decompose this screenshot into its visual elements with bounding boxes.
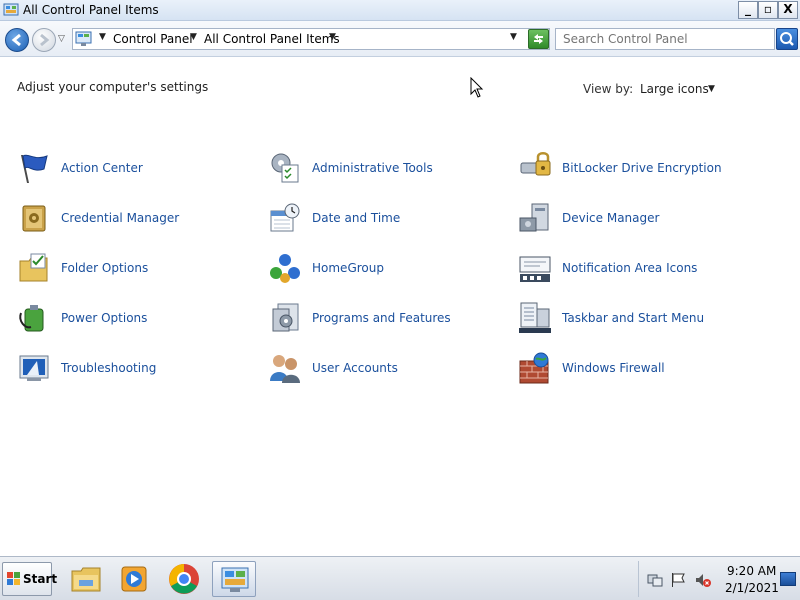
show-desktop-button[interactable] (780, 572, 796, 586)
breadcrumb-all-items[interactable]: All Control Panel Items (204, 32, 340, 46)
taskbar-chrome[interactable] (162, 561, 206, 597)
cp-item-label: Administrative Tools (312, 161, 433, 175)
cp-item-homegroup[interactable]: HomeGroup (268, 251, 508, 291)
volume-muted-icon[interactable] (695, 572, 711, 588)
cp-item-credential-manager[interactable]: Credential Manager (17, 201, 257, 241)
search-icon (780, 32, 794, 46)
file-explorer-icon (71, 567, 101, 592)
action-center-flag-icon[interactable] (670, 572, 686, 588)
taskbar: Start 9:20 AM 2/1/2021 (0, 556, 800, 600)
troubleshooting-icon (19, 355, 49, 381)
cp-item-label: Device Manager (562, 211, 660, 225)
credential-manager-icon (22, 205, 46, 232)
cp-item-power-options[interactable]: Power Options (17, 301, 257, 341)
cp-item-label: Windows Firewall (562, 361, 665, 375)
cp-item-administrative-tools[interactable]: Administrative Tools (268, 151, 508, 191)
cp-item-label: Notification Area Icons (562, 261, 698, 275)
taskbar-control-panel[interactable] (212, 561, 256, 597)
windows-logo-icon (7, 572, 20, 585)
notification-area-icon (519, 256, 551, 282)
cp-item-windows-firewall[interactable]: Windows Firewall (518, 351, 758, 391)
chevron-down-icon[interactable]: ▼ (329, 32, 336, 42)
maximize-button[interactable]: ▫ (758, 1, 778, 19)
network-icon[interactable] (647, 572, 663, 588)
cp-item-date-and-time[interactable]: Date and Time (268, 201, 508, 241)
cp-item-label: Date and Time (312, 211, 401, 225)
mouse-cursor-icon (470, 77, 484, 98)
taskbar-file-explorer[interactable] (64, 561, 108, 597)
homegroup-icon (270, 254, 300, 283)
cp-item-label: Folder Options (61, 261, 149, 275)
chevron-down-icon[interactable]: ▼ (708, 84, 715, 94)
cp-item-label: Troubleshooting (61, 361, 157, 375)
cp-item-label: HomeGroup (312, 261, 384, 275)
cp-item-label: Power Options (61, 311, 148, 325)
refresh-icon (534, 34, 543, 44)
refresh-button[interactable] (528, 29, 549, 49)
address-history-dropdown[interactable]: ▼ (510, 32, 517, 42)
control-panel-icon (3, 3, 19, 16)
cp-item-label: Action Center (61, 161, 143, 175)
control-panel-small-icon (75, 31, 92, 46)
media-player-icon (121, 566, 147, 592)
start-button[interactable]: Start (2, 562, 57, 596)
cp-item-notification-area[interactable]: Notification Area Icons (518, 251, 758, 291)
user-accounts-icon (270, 355, 300, 383)
cp-item-troubleshooting[interactable]: Troubleshooting (17, 351, 257, 391)
recent-pages-dropdown[interactable]: ▽ (58, 34, 65, 44)
view-by-dropdown[interactable]: Large icons (640, 82, 709, 96)
view-by-label: View by: (583, 82, 634, 96)
cp-item-action-center[interactable]: Action Center (17, 151, 257, 191)
title-bar: All Control Panel Items _ ▫ X (0, 0, 800, 21)
chevron-right-icon[interactable]: ▼ (190, 32, 197, 42)
cp-item-folder-options[interactable]: Folder Options (17, 251, 257, 291)
clock-time[interactable]: 9:20 AM (727, 564, 776, 578)
minimize-button[interactable]: _ (738, 1, 758, 19)
bitlocker-icon (520, 152, 551, 176)
window-title: All Control Panel Items (23, 3, 159, 17)
page-heading: Adjust your computer's settings (17, 80, 209, 94)
back-button[interactable] (5, 28, 29, 52)
chrome-icon (169, 564, 199, 594)
cp-item-programs-and-features[interactable]: Programs and Features (268, 301, 508, 341)
control-panel-window: All Control Panel Items _ ▫ X ▽ ▼ Contro (0, 0, 800, 556)
cp-item-device-manager[interactable]: Device Manager (518, 201, 758, 241)
cp-item-bitlocker[interactable]: BitLocker Drive Encryption (518, 151, 758, 191)
forward-arrow-icon (40, 33, 50, 47)
cp-item-label: Credential Manager (61, 211, 180, 225)
cp-item-user-accounts[interactable]: User Accounts (268, 351, 508, 391)
address-toolbar: ▽ ▼ Control Panel ▼ All Control Panel It… (0, 21, 800, 57)
administrative-tools-icon (271, 153, 299, 183)
close-button[interactable]: X (778, 1, 798, 19)
power-options-icon (19, 305, 44, 332)
cp-item-label: Programs and Features (312, 311, 451, 325)
clock-date[interactable]: 2/1/2021 (725, 581, 779, 595)
date-time-icon (270, 203, 300, 232)
search-button[interactable] (776, 28, 798, 50)
breadcrumb-control-panel[interactable]: Control Panel (113, 32, 193, 46)
action-center-flag-icon (21, 154, 48, 183)
back-arrow-icon (11, 33, 21, 47)
search-field[interactable] (555, 28, 775, 50)
search-input[interactable] (556, 29, 774, 49)
cp-item-label: BitLocker Drive Encryption (562, 161, 722, 175)
forward-button[interactable] (32, 28, 56, 52)
chevron-right-icon[interactable]: ▼ (99, 32, 106, 42)
folder-options-icon (19, 253, 48, 282)
programs-features-icon (272, 303, 299, 332)
cp-item-taskbar-start-menu[interactable]: Taskbar and Start Menu (518, 301, 758, 341)
start-label: Start (23, 572, 58, 586)
taskbar-start-icon (519, 302, 551, 333)
cp-item-label: Taskbar and Start Menu (562, 311, 705, 325)
windows-firewall-icon (519, 352, 549, 384)
address-box[interactable]: ▼ Control Panel ▼ All Control Panel Item… (72, 28, 550, 50)
cp-item-label: User Accounts (312, 361, 398, 375)
taskbar-media-player[interactable] (112, 561, 156, 597)
device-manager-icon (519, 203, 549, 232)
control-panel-icon (221, 567, 249, 592)
